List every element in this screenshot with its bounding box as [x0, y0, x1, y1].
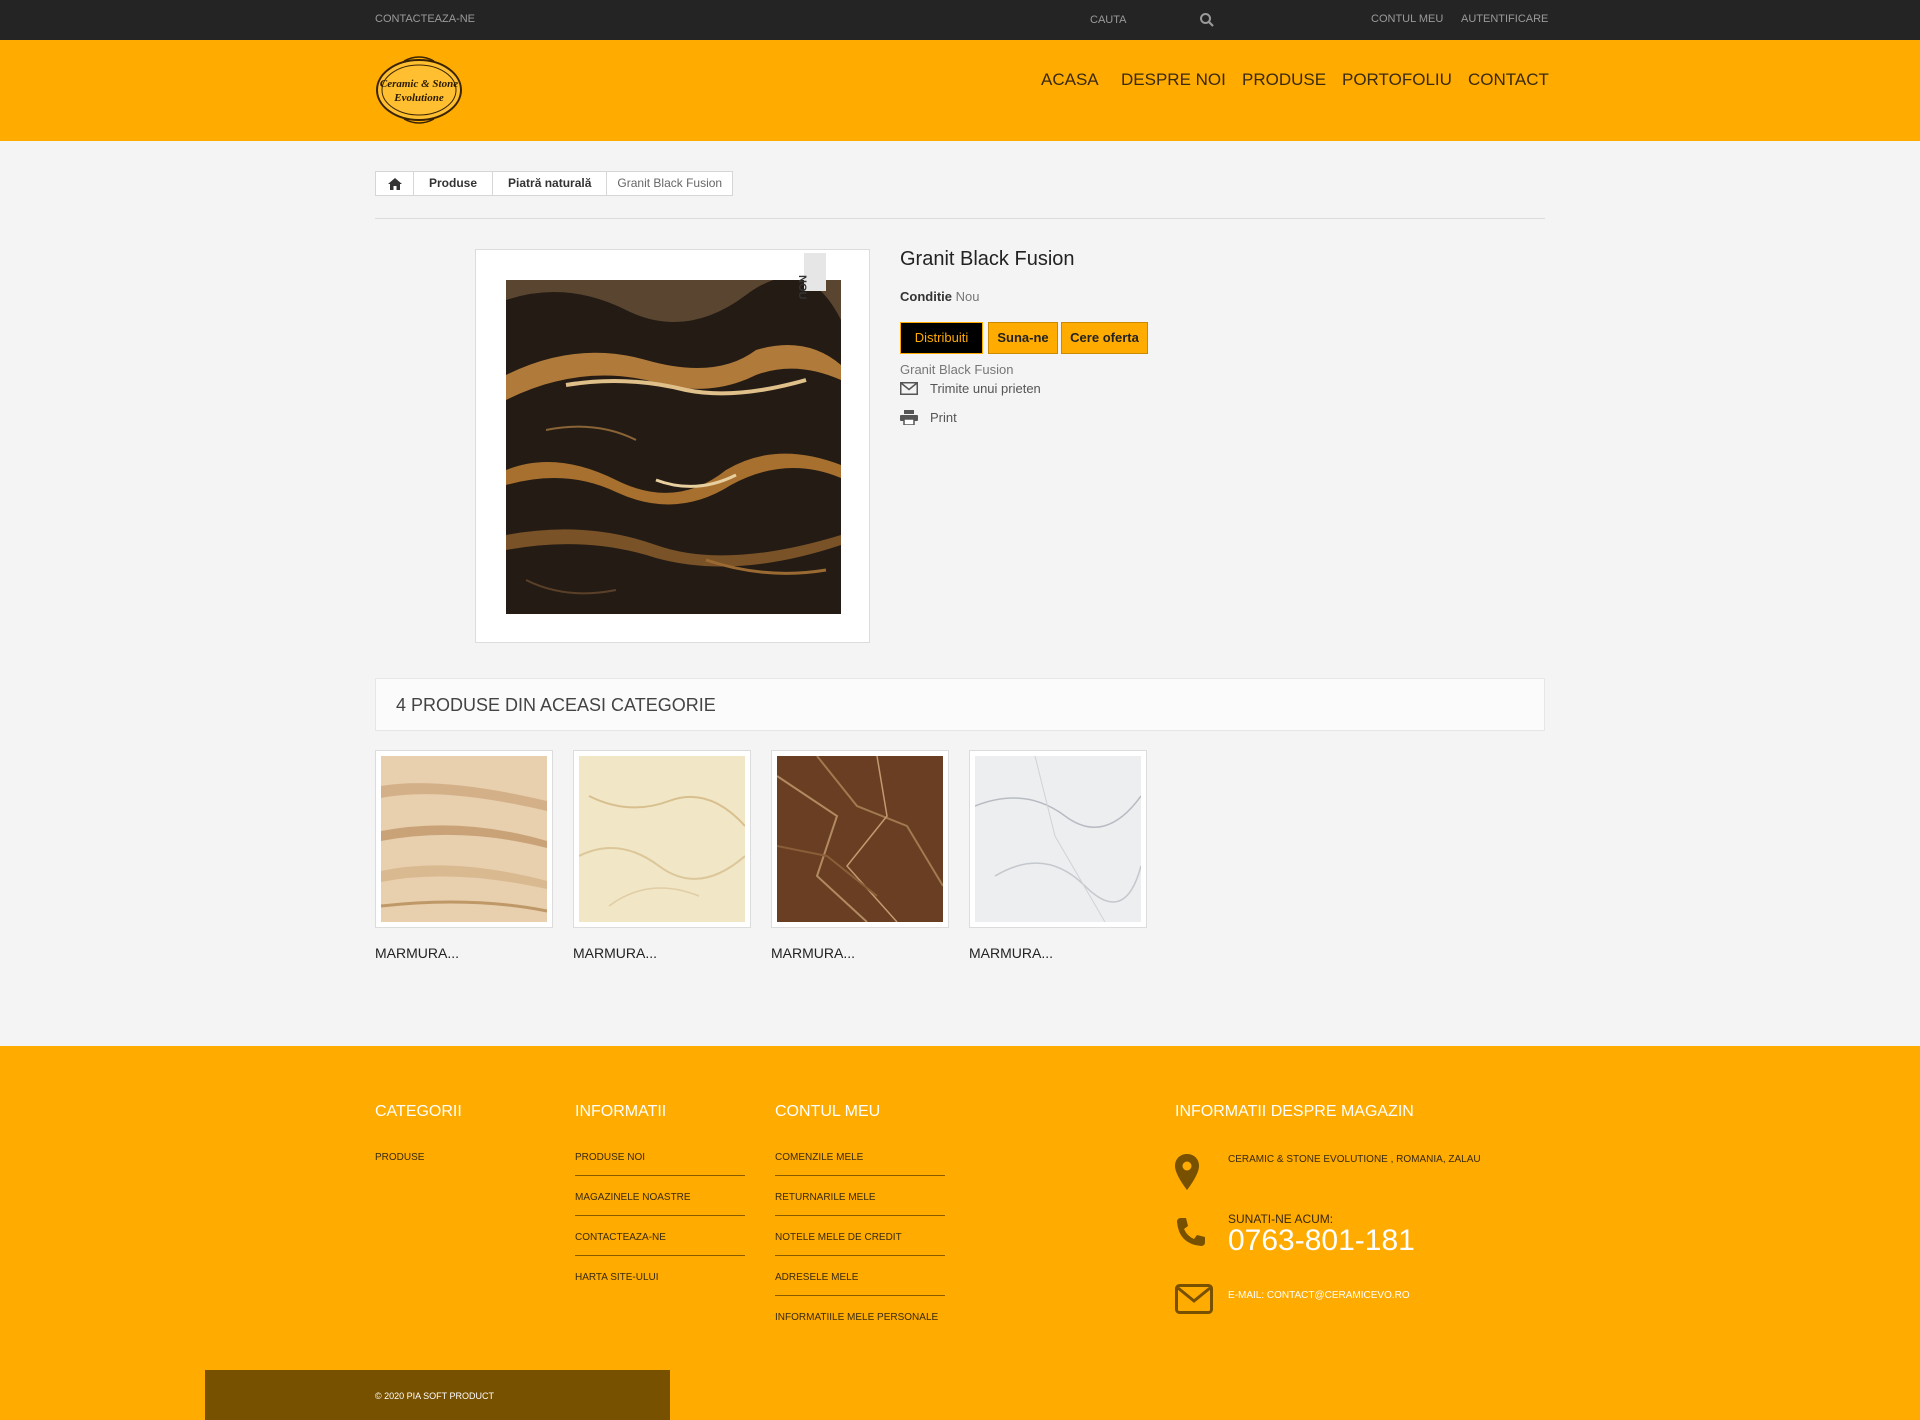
product-image[interactable] [506, 280, 841, 614]
breadcrumb-home[interactable] [376, 172, 414, 195]
home-icon [387, 177, 402, 190]
email-label: E-MAIL: [1228, 1290, 1265, 1301]
product-thumbnail[interactable] [579, 756, 745, 922]
nav-acasa[interactable]: ACASA [1041, 70, 1099, 90]
new-badge: NOU [796, 253, 826, 299]
related-product-card[interactable] [771, 750, 949, 928]
related-product-card[interactable] [969, 750, 1147, 928]
top-bar: CONTACTEAZA-NE CONTUL MEU AUTENTIFICARE [0, 0, 1920, 40]
product-title: Granit Black Fusion [900, 248, 1075, 270]
product-description: Granit Black Fusion [900, 362, 1014, 377]
footer-info-title: INFORMATII [575, 1103, 667, 1120]
footer-link-contact[interactable]: CONTACTEAZA-NE [575, 1232, 666, 1243]
footer-link-addresses[interactable]: ADRESELE MELE [775, 1272, 858, 1283]
nav-contact[interactable]: CONTACT [1468, 70, 1549, 90]
svg-text:Evolutione: Evolutione [393, 92, 444, 104]
footer-link-sitemap[interactable]: HARTA SITE-ULUI [575, 1272, 659, 1283]
logo[interactable]: Ceramic & Stone Evolutione [374, 55, 464, 125]
footer-link-magazine[interactable]: MAGAZINELE NOASTRE [575, 1192, 691, 1203]
send-to-friend-label: Trimite unui prieten [930, 381, 1041, 396]
footer: CATEGORII PRODUSE INFORMATII PRODUSE NOI… [0, 1046, 1920, 1420]
send-to-friend-link[interactable]: Trimite unui prieten [900, 381, 1041, 396]
breadcrumb-produse[interactable]: Produse [414, 172, 494, 195]
nav-produse[interactable]: PRODUSE [1242, 70, 1326, 90]
condition-label: Conditie [900, 289, 952, 304]
divider [575, 1255, 745, 1256]
related-product-name[interactable]: MARMURA... [573, 945, 657, 961]
footer-link-personal-info[interactable]: INFORMATIILE MELE PERSONALE [775, 1312, 938, 1323]
print-icon [900, 410, 918, 425]
breadcrumb-current: Granit Black Fusion [617, 176, 723, 190]
divider [775, 1215, 945, 1216]
footer-link-produse-noi[interactable]: PRODUSE NOI [575, 1152, 645, 1163]
product-thumbnail[interactable] [975, 756, 1141, 922]
footer-link-orders[interactable]: COMENZILE MELE [775, 1152, 863, 1163]
copyright-bar: © 2020 PIA SOFT PRODUCT [205, 1370, 670, 1420]
breadcrumb: Produse Piatră naturală Granit Black Fus… [375, 171, 734, 196]
related-product-name[interactable]: MARMURA... [969, 945, 1053, 961]
login-link[interactable]: AUTENTIFICARE [1461, 13, 1548, 25]
footer-account-title: CONTUL MEU [775, 1103, 881, 1120]
related-product-card[interactable] [573, 750, 751, 928]
related-products-header: 4 PRODUSE DIN ACEASI CATEGORIE [375, 678, 1545, 731]
new-badge-label: NOU [796, 275, 808, 300]
footer-link-credit-notes[interactable]: NOTELE MELE DE CREDIT [775, 1232, 902, 1243]
call-button[interactable]: Suna-ne [988, 322, 1058, 354]
condition-value: Nou [955, 289, 980, 304]
divider [775, 1175, 945, 1176]
footer-store-title: INFORMATII DESPRE MAGAZIN [1175, 1103, 1414, 1120]
copyright: © 2020 PIA SOFT PRODUCT [375, 1391, 494, 1401]
related-products-title: 4 PRODUSE DIN ACEASI CATEGORIE [396, 695, 716, 715]
print-label: Print [930, 410, 957, 425]
phone-icon [1177, 1218, 1205, 1246]
search-icon[interactable] [1198, 11, 1216, 29]
related-product-name[interactable]: MARMURA... [771, 945, 855, 961]
product-image-box[interactable]: NOU [475, 249, 870, 643]
related-product-name[interactable]: MARMURA... [375, 945, 459, 961]
logo-emblem: Ceramic & Stone Evolutione [376, 56, 462, 124]
email-link[interactable]: CONTACT@CERAMICEVO.RO [1267, 1290, 1410, 1301]
share-button[interactable]: Distribuiti [900, 322, 983, 354]
footer-categories-title: CATEGORII [375, 1103, 462, 1120]
condition: Conditie Nou [900, 289, 979, 304]
nav-portofoliu[interactable]: PORTOFOLIU [1342, 70, 1452, 90]
breadcrumb-piatra-naturala[interactable]: Piatră naturală [493, 172, 608, 195]
divider [575, 1215, 745, 1216]
nav-despre-noi[interactable]: DESPRE NOI [1121, 70, 1226, 90]
contact-link[interactable]: CONTACTEAZA-NE [375, 13, 475, 25]
divider [575, 1175, 745, 1176]
divider [375, 218, 1545, 219]
print-link[interactable]: Print [900, 410, 957, 425]
phone-number[interactable]: 0763-801-181 [1228, 1224, 1415, 1258]
divider [775, 1295, 945, 1296]
footer-link-produse[interactable]: PRODUSE [375, 1152, 424, 1163]
svg-text:Ceramic & Stone: Ceramic & Stone [380, 78, 458, 90]
divider [775, 1255, 945, 1256]
store-address: CERAMIC & STONE EVOLUTIONE , ROMANIA, ZA… [1228, 1154, 1481, 1165]
request-offer-button[interactable]: Cere oferta [1061, 322, 1148, 354]
envelope-icon [1175, 1284, 1213, 1314]
email-line: E-MAIL: CONTACT@CERAMICEVO.RO [1228, 1290, 1410, 1301]
envelope-icon [900, 382, 918, 395]
product-thumbnail[interactable] [381, 756, 547, 922]
product-thumbnail[interactable] [777, 756, 943, 922]
map-marker-icon [1175, 1154, 1199, 1190]
header: Ceramic & Stone Evolutione ACASA DESPRE … [0, 40, 1920, 141]
footer-link-returns[interactable]: RETURNARILE MELE [775, 1192, 876, 1203]
account-link[interactable]: CONTUL MEU [1371, 13, 1443, 25]
related-product-card[interactable] [375, 750, 553, 928]
